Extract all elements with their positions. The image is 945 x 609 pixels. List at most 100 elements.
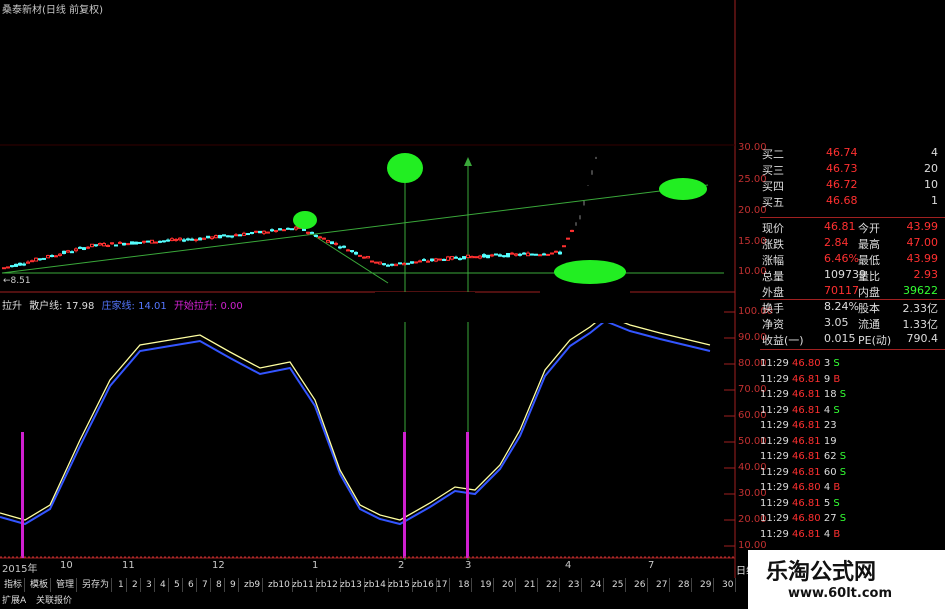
candle-body <box>258 230 262 234</box>
indicator-tab[interactable]: 25 <box>610 578 627 592</box>
candle-body <box>330 241 334 245</box>
indicator-tab[interactable]: 管理 <box>54 578 78 592</box>
candle-body <box>270 229 274 232</box>
tick-row: 11:29 46.81 4 B <box>760 528 841 540</box>
indicator-tab[interactable]: 21 <box>522 578 539 592</box>
start-legend: 开始拉升: 0.00 <box>173 301 243 312</box>
tick-row: 11:29 46.81 9 B <box>760 373 841 385</box>
candle-body <box>478 255 482 259</box>
indicator-tab[interactable]: 24 <box>588 578 605 592</box>
candle-body <box>6 266 10 269</box>
candle-body <box>222 234 226 237</box>
candle-body <box>10 265 14 268</box>
candle-body <box>514 253 518 256</box>
candle-body <box>466 254 470 259</box>
candle-body <box>54 255 58 258</box>
indicator-tab[interactable]: 另存为 <box>80 578 113 592</box>
indicator-tab[interactable]: 指标 <box>2 578 26 592</box>
indicator-tab[interactable]: 30 <box>720 578 737 592</box>
candle-body <box>90 243 94 248</box>
candle-body <box>530 253 534 256</box>
indicator-tab[interactable]: 5 <box>172 578 183 592</box>
indicator-tab[interactable]: 9 <box>228 578 239 592</box>
indicator-tab[interactable]: 3 <box>144 578 155 592</box>
candle-body <box>394 263 398 267</box>
indicator-tab[interactable]: 1 <box>116 578 127 592</box>
tick-row: 11:29 46.81 19 <box>760 435 837 447</box>
indicator-tab[interactable]: 7 <box>200 578 211 592</box>
indicator-tab[interactable]: 8 <box>214 578 225 592</box>
candle-body <box>218 234 222 239</box>
candle-body <box>434 258 438 262</box>
candle-body <box>282 229 286 232</box>
candle-body <box>570 229 574 232</box>
indicator-tab[interactable]: 17 <box>434 578 451 592</box>
indicator-tab[interactable]: 模板 <box>28 578 52 592</box>
signal-bar <box>403 432 406 558</box>
candle-body <box>446 256 450 261</box>
indicator-tab[interactable]: 6 <box>186 578 197 592</box>
candle-body <box>422 259 426 262</box>
candle-body <box>214 235 218 239</box>
candle-body <box>470 256 474 259</box>
indicator-tab[interactable]: 22 <box>544 578 561 592</box>
bottom-tab-extA[interactable]: 扩展A <box>2 594 26 608</box>
indicator-tab[interactable]: zb12 <box>314 578 341 592</box>
indicator-tab[interactable]: 4 <box>158 578 169 592</box>
candle-body <box>38 258 42 261</box>
candle-body <box>510 252 514 255</box>
candle-body <box>142 240 146 243</box>
candle-body <box>138 241 142 244</box>
candle-body <box>518 253 522 256</box>
indicator-tab[interactable]: 19 <box>478 578 495 592</box>
retail-legend: 散户线: 17.98 <box>29 301 95 312</box>
indicator-tab[interactable]: 18 <box>456 578 473 592</box>
indicator-tab[interactable]: 2 <box>130 578 141 592</box>
tick-row: 11:29 46.80 3 S <box>760 358 840 369</box>
candle-body <box>274 229 278 233</box>
candle-body <box>310 231 314 234</box>
indicator-tab[interactable]: zb10 <box>266 578 293 592</box>
date-tick: 3 <box>465 560 472 571</box>
indicator-tab[interactable]: 20 <box>500 578 517 592</box>
indicator-tab[interactable]: 23 <box>566 578 583 592</box>
indicator-tab[interactable]: zb11 <box>290 578 317 592</box>
candle-body <box>502 255 506 258</box>
candle-body <box>506 253 510 258</box>
candle-body <box>410 261 414 264</box>
candle-body <box>226 235 230 238</box>
candle-body <box>482 254 486 258</box>
candle-body <box>462 256 466 260</box>
indicator-tab[interactable]: 29 <box>698 578 715 592</box>
bottom-tab-related[interactable]: 关联报价 <box>36 594 72 608</box>
candle-body <box>86 246 90 249</box>
candle-body <box>306 231 310 234</box>
candle-body <box>318 236 322 239</box>
date-tick: 2015年 <box>2 564 38 575</box>
candle-body <box>342 245 346 248</box>
indicator-tab[interactable]: zb9 <box>242 578 264 592</box>
date-tick: 7 <box>648 560 655 571</box>
indicator-tab[interactable]: 26 <box>632 578 649 592</box>
watermark: 乐淘公式网 www.60lt.com <box>748 550 945 609</box>
date-tick: 1 <box>312 560 319 571</box>
candle-body <box>262 230 266 234</box>
tick-row: 11:29 46.81 5 S <box>760 497 840 509</box>
indicator-tab[interactable]: zb14 <box>362 578 389 592</box>
candle-body <box>230 235 234 238</box>
candle-body <box>474 256 478 259</box>
watermark-url: www.60lt.com <box>788 586 893 601</box>
candle-body <box>442 258 446 261</box>
candle-body <box>366 255 370 259</box>
indicator-tab[interactable]: 27 <box>654 578 671 592</box>
indicator-tab[interactable]: 28 <box>676 578 693 592</box>
indicator-tab[interactable]: zb15 <box>386 578 413 592</box>
indicator-tab[interactable]: zb16 <box>410 578 437 592</box>
tick-row: 11:29 46.80 4 B <box>760 482 841 493</box>
candle-body <box>26 261 30 264</box>
candle-body <box>526 252 530 257</box>
date-axis: 2015年 10 11 12 1 2 3 4 7 <box>0 560 735 575</box>
indicator-tab[interactable]: zb13 <box>338 578 365 592</box>
candle-body <box>126 243 130 246</box>
candle-body <box>278 228 282 231</box>
